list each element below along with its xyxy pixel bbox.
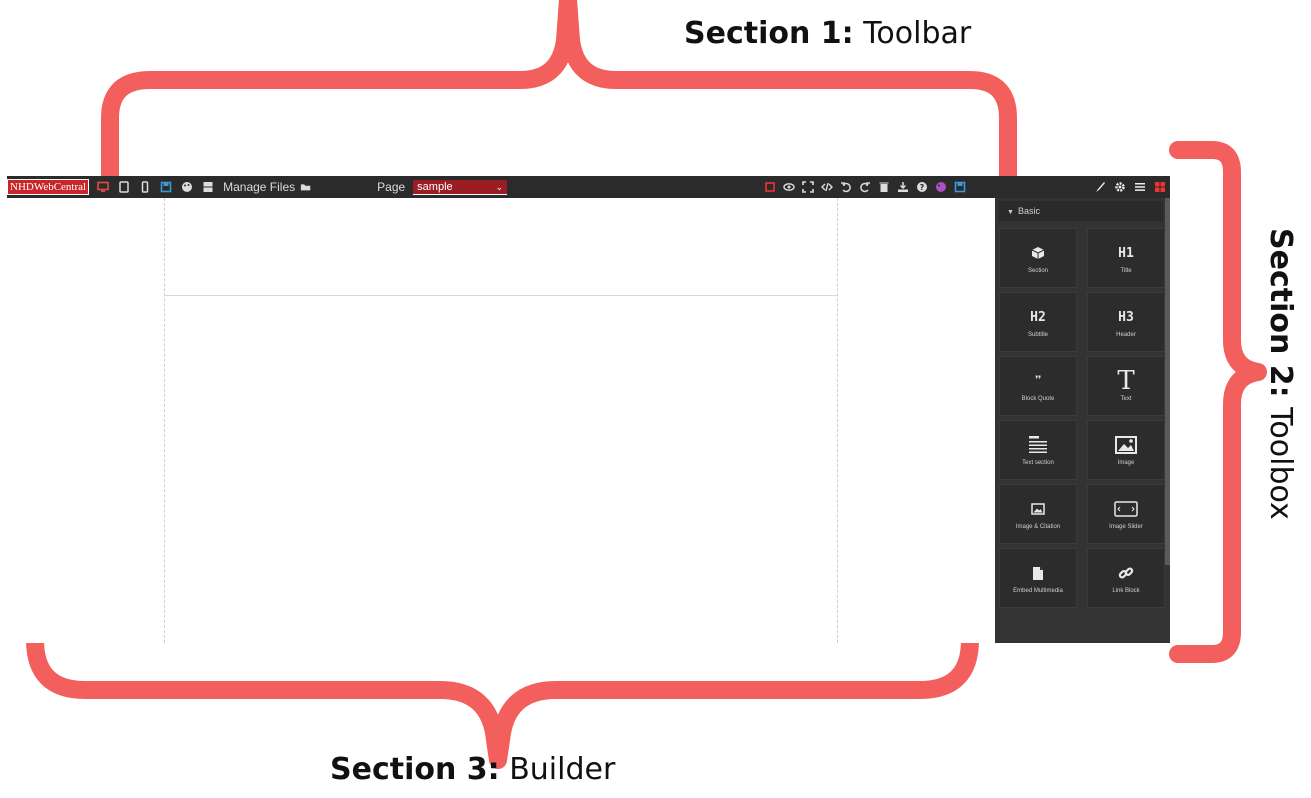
redo-icon[interactable] [858,180,872,194]
svg-text:?: ? [920,183,925,192]
square-outline-icon[interactable] [763,180,777,194]
undo-icon[interactable] [839,180,853,194]
page-select-value: sample [417,180,453,193]
toolbox-panel: ▼ Basic Section H1 Title H2 Subtitle H3 H… [995,198,1170,643]
palette-icon[interactable] [180,180,194,194]
block-label: Block Quote [1021,396,1055,402]
mobile-icon[interactable] [138,180,152,194]
block-section[interactable]: Section [999,228,1077,288]
link-icon [1118,562,1134,584]
desktop-icon[interactable] [96,180,110,194]
builder-section[interactable] [165,198,837,296]
folder-icon[interactable] [299,180,313,194]
image-slider-icon [1114,498,1138,520]
import-icon[interactable] [896,180,910,194]
block-image-slider[interactable]: Image Slider [1087,484,1165,544]
block-label: Image & Citation [1015,524,1061,530]
save-icon[interactable] [953,180,967,194]
logo[interactable]: NHDWebCentral [7,179,90,195]
section-2-label: Section 2: Toolbox [1263,228,1298,520]
file-icon [1032,562,1044,584]
chevron-down-icon: ⌄ [495,181,504,192]
toolbar-actions: ? [763,180,972,194]
quote-icon: ❞ [1034,373,1042,389]
block-label: Link Block [1112,588,1140,594]
block-blockquote[interactable]: ❞ Block Quote [999,356,1077,416]
block-label: Subtitle [1027,332,1048,338]
category-basic[interactable]: ▼ Basic [999,201,1163,221]
h1-icon: H1 [1118,245,1134,261]
manage-files-link[interactable]: Manage Files [223,180,295,194]
code-icon[interactable] [820,180,834,194]
image-citation-icon [1031,498,1045,520]
block-label: Text [1120,396,1132,402]
block-label: Text section [1022,460,1054,466]
block-image-citation[interactable]: Image & Citation [999,484,1077,544]
caret-down-icon: ▼ [1007,209,1014,216]
editor-window: NHDWebCentral Manage Files Page sample ⌄ … [7,176,1170,643]
builder-canvas[interactable] [164,198,838,643]
block-embed-multimedia[interactable]: Embed Multimedia [999,548,1077,608]
block-label: Title [1120,268,1132,274]
brush-icon[interactable] [1093,180,1107,194]
section-3-label: Section 3: Builder [330,752,616,787]
layers-icon[interactable] [1133,180,1147,194]
block-label: Image [1117,460,1135,466]
toolbox-brace [1169,141,1267,663]
block-image[interactable]: Image [1087,420,1165,480]
blocks-icon[interactable] [1153,180,1167,194]
eye-icon[interactable] [782,180,796,194]
block-title[interactable]: H1 Title [1087,228,1165,288]
block-label: Image Slider [1109,524,1143,530]
block-subtitle[interactable]: H2 Subtitle [999,292,1077,352]
block-label: Section [1027,268,1048,274]
fullscreen-icon[interactable] [801,180,815,194]
gear-icon[interactable] [1113,180,1127,194]
toolbox-scrollbar[interactable] [1165,198,1170,565]
page-label: Page [377,180,406,194]
trash-icon[interactable] [877,180,891,194]
block-link[interactable]: Link Block [1087,548,1165,608]
palette-icon[interactable] [934,180,948,194]
block-label: Embed Multimedia [1013,588,1063,594]
h2-icon: H2 [1030,309,1046,325]
cube-icon [1031,242,1045,264]
block-label: Header [1116,332,1136,338]
h3-icon: H3 [1118,309,1134,325]
database-icon[interactable] [201,180,215,194]
toolbar: NHDWebCentral Manage Files Page sample ⌄ … [7,176,1170,198]
block-header[interactable]: H3 Header [1087,292,1165,352]
block-text-section[interactable]: Text section [999,420,1077,480]
save-icon[interactable] [159,180,173,194]
section-1-label: Section 1: Toolbar [684,16,972,51]
text-section-icon [1028,434,1048,456]
category-label: Basic [1017,206,1040,216]
block-text[interactable]: T Text [1087,356,1165,416]
page-select[interactable]: sample ⌄ [413,179,508,195]
image-icon [1115,434,1137,456]
tablet-icon[interactable] [117,180,131,194]
panel-switcher [1093,180,1173,194]
text-icon: T [1117,366,1135,396]
help-icon[interactable]: ? [915,180,929,194]
